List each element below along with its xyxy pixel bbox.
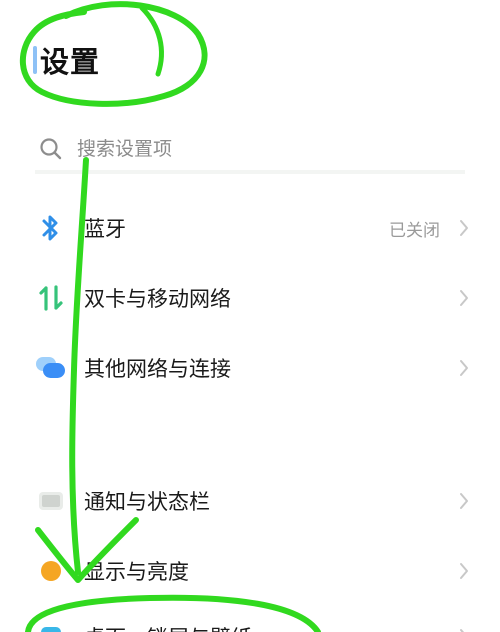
- setting-label-notifications: 通知与状态栏: [84, 490, 210, 514]
- setting-label-bluetooth: 蓝牙: [84, 217, 126, 241]
- chevron-right-icon: [458, 627, 470, 632]
- chevron-right-icon: [458, 491, 470, 511]
- setting-row-bluetooth[interactable]: 蓝牙 已关闭: [34, 203, 470, 253]
- chevron-right-icon: [458, 561, 470, 581]
- network-connection-icon: [34, 351, 68, 385]
- title-accent-bar: [33, 46, 37, 74]
- display-brightness-icon: [34, 554, 68, 588]
- setting-row-dual-sim[interactable]: 双卡与移动网络: [34, 273, 470, 323]
- setting-row-notifications[interactable]: 通知与状态栏: [34, 476, 470, 526]
- chevron-right-icon: [458, 358, 470, 378]
- desktop-wallpaper-icon: [34, 620, 68, 632]
- dual-sim-icon: [34, 281, 68, 315]
- setting-row-desktop-wallpaper[interactable]: 桌面、锁屏与壁纸: [34, 612, 470, 632]
- annotation-title-circle-tail: [139, 5, 164, 77]
- setting-row-other-networks[interactable]: 其他网络与连接: [34, 343, 470, 393]
- chevron-right-icon: [458, 288, 470, 308]
- bluetooth-status: 已关闭: [389, 220, 440, 241]
- setting-label-other-networks: 其他网络与连接: [84, 357, 231, 381]
- setting-row-display-brightness[interactable]: 显示与亮度: [34, 546, 470, 596]
- search-input[interactable]: [77, 138, 437, 160]
- setting-label-desktop-wallpaper: 桌面、锁屏与壁纸: [84, 622, 440, 632]
- bluetooth-icon: [34, 211, 68, 245]
- setting-label-dual-sim: 双卡与移动网络: [84, 287, 231, 311]
- search-icon: [40, 138, 62, 160]
- setting-label-display-brightness: 显示与亮度: [84, 560, 189, 584]
- notification-icon: [34, 484, 68, 518]
- page-title: 设置: [40, 45, 101, 79]
- page-header: 设置: [33, 38, 100, 82]
- search-bar[interactable]: [35, 128, 465, 174]
- chevron-right-icon: [458, 218, 470, 238]
- settings-screen: 设置 蓝牙 已关闭 双卡与移动网络: [0, 0, 500, 632]
